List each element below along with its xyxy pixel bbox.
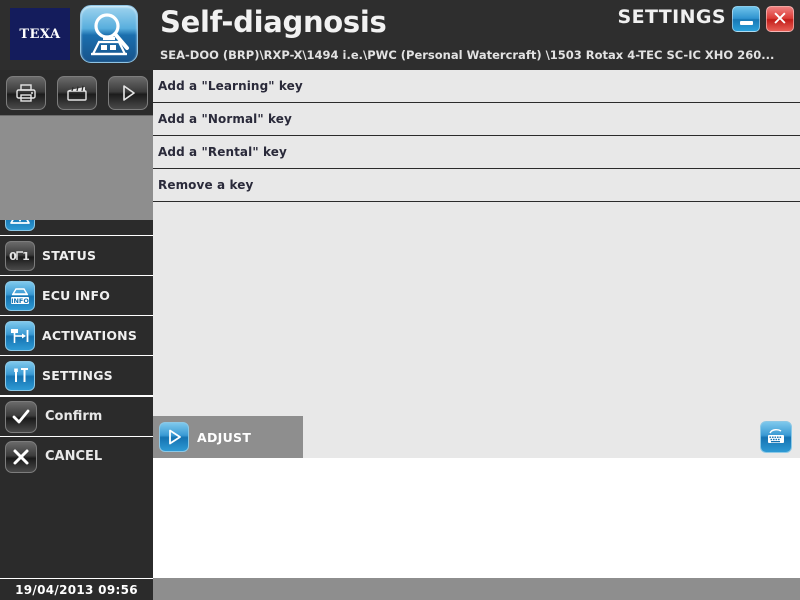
sidebar-nav: ? SELF-DIAGNO... HELP PARAMETERS [0,116,153,476]
adjust-button[interactable]: ADJUST [153,416,303,458]
confirm-button[interactable]: Confirm [0,396,153,436]
printer-icon [15,83,36,102]
texa-logo: TEXA [10,8,70,60]
list-item-label: Add a "Normal" key [158,112,292,126]
datetime-text: 19/04/2013 09:56 [15,582,138,597]
ecu-info-icon: INFO [5,280,35,311]
svg-text:1: 1 [22,250,30,263]
sidebar-item-ecu-info[interactable]: INFO ECU INFO [0,276,153,316]
page-title: Self-diagnosis [160,5,387,39]
list-item[interactable]: Add a "Normal" key [153,103,800,136]
breadcrumb: SEA-DOO (BRP)\RXP-X\1494 i.e.\PWC (Perso… [160,48,775,62]
sidebar-toolbar [0,70,153,116]
list-item[interactable]: Add a "Rental" key [153,136,800,169]
close-icon: ✕ [772,7,788,30]
list-item[interactable]: Remove a key [153,169,800,202]
sidebar: ? SELF-DIAGNO... HELP PARAMETERS [0,70,153,600]
cross-icon [5,440,37,473]
svg-text:0: 0 [9,250,17,263]
keyboard-button[interactable] [760,421,792,453]
tools-wrench-icon [5,360,35,391]
checkmark-icon [5,400,37,433]
magnifier-vehicle-icon [80,5,138,63]
list-item-label: Add a "Rental" key [158,145,287,159]
sidebar-item-settings[interactable]: SETTINGS [0,356,153,396]
adjust-bar: ADJUST [153,416,800,458]
sidebar-item-label: ECU INFO [42,287,111,303]
empty-area [153,458,800,578]
clapperboard-icon [66,85,87,101]
application-window: TEXA Self-diagnosis SEA-DOO (BRP)\RXP-X\… [0,0,800,600]
adjust-label: ADJUST [197,429,252,445]
main-content: Add a "Learning" key Add a "Normal" key … [153,70,800,458]
close-button[interactable]: ✕ [766,6,794,32]
confirm-label: Confirm [45,409,103,424]
play-icon [122,84,135,101]
play-icon [159,422,189,452]
section-label: SETTINGS [617,6,726,28]
cancel-label: CANCEL [45,449,103,464]
datetime-bar: 19/04/2013 09:56 [0,578,153,600]
svg-text:INFO: INFO [11,296,29,304]
activation-transfer-icon [5,320,35,351]
binary-signal-icon: 0 1 [5,240,35,271]
status-bar [153,578,800,600]
list-item-label: Remove a key [158,178,254,192]
cancel-button[interactable]: CANCEL [0,436,153,476]
print-button[interactable] [5,75,46,110]
texa-logo-text: TEXA [19,26,61,42]
list-item[interactable]: Add a "Learning" key [153,70,800,103]
sidebar-spacer [0,116,153,220]
sidebar-item-label: SETTINGS [42,367,113,383]
minimize-icon [739,20,753,25]
sidebar-item-label: STATUS [42,247,97,263]
title-bar: TEXA Self-diagnosis SEA-DOO (BRP)\RXP-X\… [0,0,800,70]
keyboard-icon [768,428,784,443]
sidebar-item-activations[interactable]: ACTIVATIONS [0,316,153,356]
play-button[interactable] [107,75,148,110]
sidebar-item-label: ACTIVATIONS [42,327,138,343]
sidebar-item-status[interactable]: 0 1 STATUS [0,236,153,276]
list-item-label: Add a "Learning" key [158,79,303,93]
minimize-button[interactable] [732,6,760,32]
record-button[interactable] [56,75,97,110]
